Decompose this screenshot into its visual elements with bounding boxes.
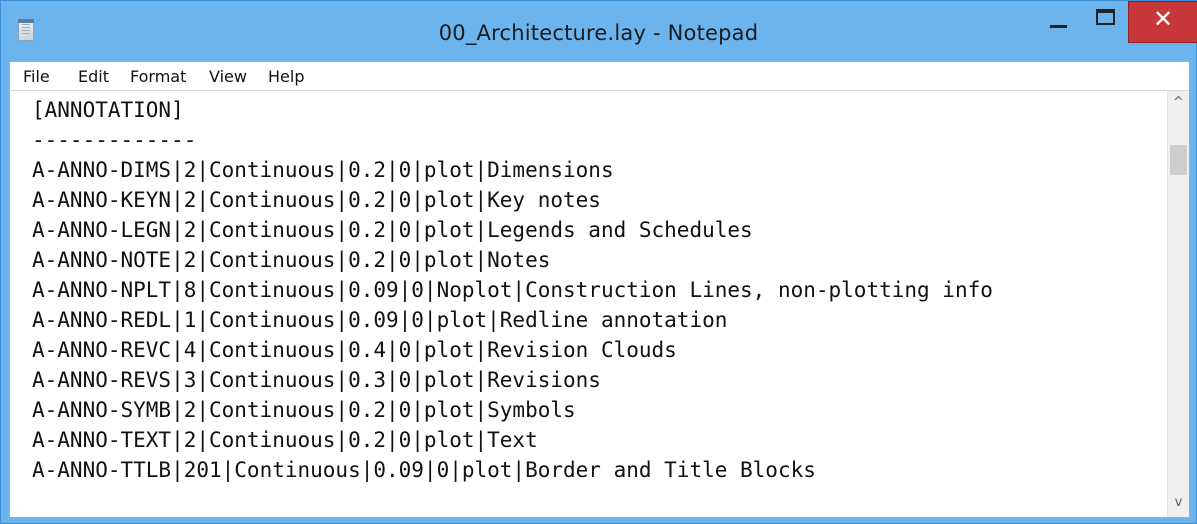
close-button[interactable]: ✕ bbox=[1128, 1, 1197, 43]
editor-line: A-ANNO-REVC|4|Continuous|0.4|0|plot|Revi… bbox=[32, 338, 677, 362]
menu-view[interactable]: View bbox=[209, 67, 247, 86]
editor-line: A-ANNO-DIMS|2|Continuous|0.2|0|plot|Dime… bbox=[32, 158, 614, 182]
editor-line: [ANNOTATION] bbox=[32, 98, 184, 122]
editor-line: A-ANNO-NOTE|2|Continuous|0.2|0|plot|Note… bbox=[32, 248, 551, 272]
scroll-up-button[interactable]: ^ bbox=[1168, 95, 1189, 115]
menu-format[interactable]: Format bbox=[130, 67, 186, 86]
menu-file[interactable]: File bbox=[23, 67, 50, 86]
vertical-scrollbar[interactable]: ^ v bbox=[1167, 91, 1189, 517]
editor-line: A-ANNO-LEGN|2|Continuous|0.2|0|plot|Lege… bbox=[32, 218, 753, 242]
maximize-icon bbox=[1096, 9, 1115, 25]
client-area: File Edit Format View Help [ANNOTATION] … bbox=[9, 61, 1190, 518]
menu-bar: File Edit Format View Help bbox=[10, 62, 1189, 91]
maximize-button[interactable] bbox=[1083, 1, 1128, 41]
editor-line: A-ANNO-KEYN|2|Continuous|0.2|0|plot|Key … bbox=[32, 188, 601, 212]
editor-line: A-ANNO-TTLB|201|Continuous|0.09|0|plot|B… bbox=[32, 458, 816, 482]
scroll-thumb[interactable] bbox=[1170, 145, 1187, 175]
close-icon: ✕ bbox=[1152, 5, 1174, 33]
text-editor[interactable]: [ANNOTATION] ------------- A-ANNO-DIMS|2… bbox=[10, 91, 1170, 517]
editor-line: A-ANNO-REDL|1|Continuous|0.09|0|plot|Red… bbox=[32, 308, 728, 332]
window-title: 00_Architecture.lay - Notepad bbox=[438, 21, 759, 45]
editor-line: ------------- bbox=[32, 128, 197, 152]
notepad-window: 00_Architecture.lay - Notepad ✕ File Edi… bbox=[0, 0, 1197, 524]
editor-line: A-ANNO-NPLT|8|Continuous|0.09|0|Noplot|C… bbox=[32, 278, 993, 302]
scroll-down-button[interactable]: v bbox=[1168, 495, 1189, 515]
title-bar[interactable]: 00_Architecture.lay - Notepad ✕ bbox=[1, 1, 1197, 61]
menu-edit[interactable]: Edit bbox=[78, 67, 109, 86]
minimize-button[interactable] bbox=[1036, 1, 1081, 41]
minimize-icon bbox=[1050, 25, 1067, 28]
menu-help[interactable]: Help bbox=[268, 67, 304, 86]
editor-line: A-ANNO-TEXT|2|Continuous|0.2|0|plot|Text bbox=[32, 428, 538, 452]
editor-line: A-ANNO-REVS|3|Continuous|0.3|0|plot|Revi… bbox=[32, 368, 601, 392]
editor-line: A-ANNO-SYMB|2|Continuous|0.2|0|plot|Symb… bbox=[32, 398, 576, 422]
